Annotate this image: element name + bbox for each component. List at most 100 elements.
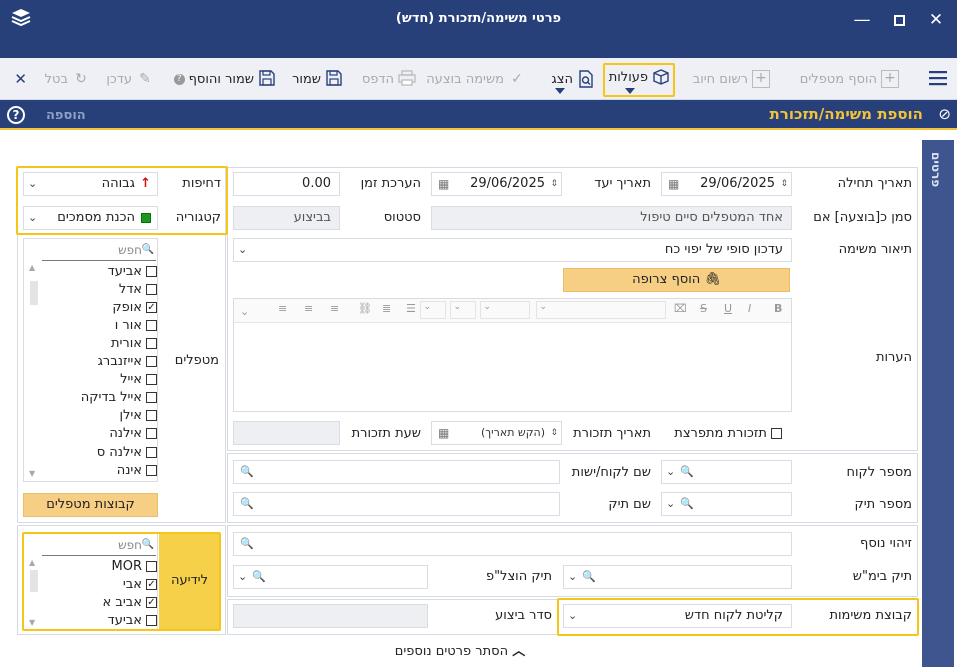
court-case-field[interactable]: ⌄ 🔍 <box>563 565 792 589</box>
search-icon[interactable]: 🔍 <box>240 493 254 515</box>
checkbox[interactable] <box>146 392 157 404</box>
highlight-color-select[interactable]: ⌄ <box>420 301 446 319</box>
search-icon[interactable]: 🔍 <box>582 566 596 588</box>
execution-case-field[interactable]: ⌄ 🔍 <box>233 565 428 589</box>
list-item[interactable]: אור ו <box>39 316 157 334</box>
case-number-field[interactable]: ⌄ 🔍 <box>661 492 792 516</box>
list-item[interactable]: אדל <box>39 280 157 298</box>
align-right-icon[interactable]: ≡ <box>330 302 339 315</box>
list-item[interactable]: אילן <box>39 407 157 425</box>
list-item[interactable]: ✓ אביב א <box>39 593 157 611</box>
menu-button[interactable] <box>929 67 947 89</box>
strikethrough-icon[interactable]: S <box>700 302 707 315</box>
toolbar-collapse-icon[interactable]: ⌄ <box>240 305 249 318</box>
underline-icon[interactable]: U <box>724 302 732 315</box>
category-select[interactable]: הכנת מסמכים ⌄ <box>23 206 158 230</box>
align-left-icon[interactable]: ≡ <box>278 302 287 315</box>
checkbox[interactable] <box>146 337 157 349</box>
search-icon[interactable]: 🔍 <box>680 493 694 515</box>
list-item[interactable]: אביעד <box>39 262 157 280</box>
search-icon[interactable]: 🔍 <box>252 566 266 588</box>
print-button[interactable]: הדפס <box>362 68 416 90</box>
checkbox[interactable] <box>146 356 157 367</box>
recurring-reminder-label[interactable]: תזכורת מתפרצת <box>674 426 782 441</box>
checked-checkbox[interactable]: ✓ <box>146 596 157 608</box>
billing-button[interactable]: + רשום חיוב <box>693 68 770 90</box>
reminder-date-field[interactable]: (הקש תאריך) ▦ ⇕ <box>431 421 562 445</box>
hide-details-link[interactable]: ︿ הסתר פרטים נוספים <box>380 640 540 659</box>
save-button[interactable]: שמור <box>292 68 343 90</box>
bold-icon[interactable]: B <box>774 302 782 315</box>
spinner-icon[interactable]: ⇕ <box>550 173 558 195</box>
scroll-up-icon[interactable]: ▲ <box>29 558 35 567</box>
checkbox[interactable] <box>146 410 157 422</box>
search-icon[interactable]: 🔍 <box>680 461 694 483</box>
scroll-down-icon[interactable]: ▼ <box>29 469 35 478</box>
calendar-icon[interactable]: ▦ <box>438 422 449 444</box>
show-button[interactable]: הצג <box>551 68 595 90</box>
list-item[interactable]: אינה <box>39 461 157 479</box>
spinner-icon[interactable]: ⇕ <box>780 173 788 195</box>
save-and-add-button[interactable]: שמור והוסף ? <box>173 68 276 90</box>
list-item[interactable]: אילנה ס <box>39 443 157 461</box>
customer-name-field[interactable]: 🔍 <box>233 460 560 484</box>
checkbox[interactable] <box>146 446 157 458</box>
window-close-icon[interactable]: ✕ <box>924 8 948 32</box>
list-item[interactable]: ✓ אבי <box>39 575 157 593</box>
calendar-icon[interactable]: ▦ <box>668 173 679 195</box>
checked-checkbox[interactable]: ✓ <box>146 301 157 313</box>
case-name-field[interactable]: 🔍 <box>233 492 560 516</box>
list-item[interactable]: אורית <box>39 334 157 352</box>
maximize-icon[interactable] <box>887 8 911 32</box>
font-color-select[interactable]: ⌄ <box>450 301 476 319</box>
checkbox[interactable] <box>146 428 157 440</box>
list-item[interactable]: אייל <box>39 371 157 389</box>
checkbox[interactable] <box>146 319 157 331</box>
fyi-scrollbar[interactable]: ▲ ▼ <box>29 558 39 628</box>
notes-editor[interactable]: B I U S ⌧ ⌄ ⌄ ⌄ ⌄ ☰ ≣ ⛓ ≡ ≡ ≡ ⌄ <box>233 298 792 412</box>
clear-format-icon[interactable]: ⌧ <box>674 302 687 315</box>
recurring-checkbox[interactable] <box>771 428 782 439</box>
due-date-field[interactable]: ▦ 29/06/2025 ⇕ <box>431 172 562 196</box>
spinner-icon[interactable]: ⇕ <box>550 422 558 444</box>
details-side-tab[interactable]: פרטים <box>922 140 954 667</box>
list-item[interactable]: אייל בדיקה <box>39 389 157 407</box>
scroll-thumb[interactable] <box>30 570 38 592</box>
extra-id-field[interactable]: 🔍 <box>233 532 792 556</box>
search-icon[interactable]: 🔍 <box>240 461 254 483</box>
handlers-search[interactable]: חפש 🔍 <box>42 241 156 261</box>
checkbox[interactable] <box>146 614 157 626</box>
font-size-select[interactable]: ⌄ <box>480 301 530 319</box>
start-date-field[interactable]: ▦ 29/06/2025 ⇕ <box>661 172 792 196</box>
font-family-select[interactable]: ⌄ <box>536 301 666 319</box>
list-item[interactable]: אביעד <box>39 611 157 629</box>
urgency-select[interactable]: ↑ גבוהה ⌄ <box>23 172 158 196</box>
actions-button[interactable]: פעולות <box>609 66 670 88</box>
customer-number-field[interactable]: ⌄ 🔍 <box>661 460 792 484</box>
description-field[interactable]: עדכון סופי של יפוי כח ⌄ <box>233 238 792 262</box>
handlers-scrollbar[interactable]: ▲ ▼ <box>29 263 39 479</box>
task-groups-select[interactable]: קליטת לקוח חדש ⌄ <box>563 604 792 628</box>
checked-checkbox[interactable]: ✓ <box>146 578 157 590</box>
unpin-icon[interactable]: ⊘ <box>938 105 951 123</box>
list-item[interactable]: אייזנברג <box>39 353 157 371</box>
italic-icon[interactable]: I <box>748 302 751 315</box>
checkbox[interactable] <box>146 374 157 386</box>
update-button[interactable]: ✎ עדכן <box>106 68 154 90</box>
scroll-up-icon[interactable]: ▲ <box>29 263 35 272</box>
align-center-icon[interactable]: ≡ <box>304 302 313 315</box>
checkbox[interactable] <box>146 464 157 476</box>
calendar-icon[interactable]: ▦ <box>438 173 449 195</box>
list-item[interactable]: ✓ אופק <box>39 298 157 316</box>
numbered-list-icon[interactable]: ≣ <box>382 302 391 315</box>
task-done-button[interactable]: ✓ משימה בוצעה <box>426 68 526 90</box>
bullet-list-icon[interactable]: ☰ <box>406 302 416 315</box>
checkbox[interactable] <box>146 283 157 295</box>
cancel-button[interactable]: ↻ בטל <box>45 68 90 90</box>
list-item[interactable]: אילנה <box>39 425 157 443</box>
close-form-button[interactable]: ✕ <box>14 68 27 90</box>
checkbox[interactable] <box>146 560 157 572</box>
scroll-down-icon[interactable]: ▼ <box>29 618 35 627</box>
search-icon[interactable]: 🔍 <box>240 533 254 555</box>
fyi-search[interactable]: חפש 🔍 <box>42 536 156 556</box>
